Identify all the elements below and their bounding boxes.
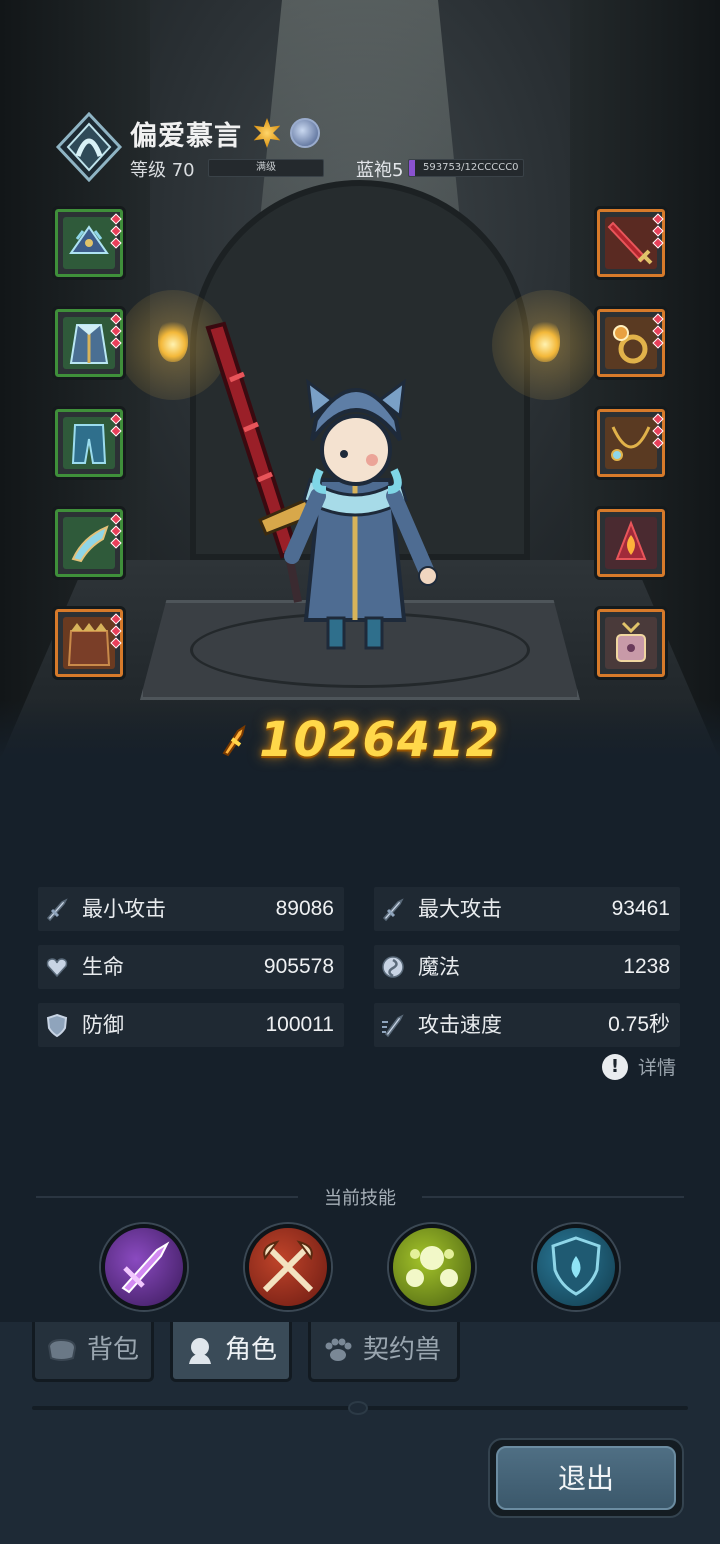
info-icon: !: [602, 1054, 628, 1080]
stat-min-attack: 最小攻击 89086: [38, 887, 344, 931]
stat-defense: 防御 100011: [38, 1003, 344, 1047]
stat-label: 攻击速度: [418, 1013, 502, 1037]
class-emblem-icon[interactable]: [54, 112, 124, 182]
bag-icon: [47, 1338, 77, 1361]
helmet-icon: [63, 217, 115, 269]
combat-power-value: 1026412: [259, 712, 500, 768]
equip-slot-relic[interactable]: [594, 606, 668, 680]
combat-power: 1026412: [0, 712, 720, 768]
moon-badge-icon[interactable]: [290, 118, 320, 148]
equip-slot-ring[interactable]: [594, 306, 668, 380]
level-label: 等级 70: [130, 160, 195, 181]
details-label: 详情: [638, 1057, 677, 1079]
torch-right-icon: [530, 318, 560, 362]
player-name: 偏爱慕言: [130, 121, 242, 152]
tab-character[interactable]: 角色: [170, 1322, 292, 1382]
stat-max-attack: 最大攻击 93461: [374, 887, 680, 931]
skill-slot-2[interactable]: [245, 1224, 331, 1310]
exit-button[interactable]: 退出: [488, 1438, 684, 1518]
equip-slot-cape[interactable]: [52, 606, 126, 680]
equip-slot-helmet[interactable]: [52, 206, 126, 280]
stat-value: 0.75秒: [608, 1013, 670, 1036]
level-bar: 满级: [208, 159, 324, 177]
tab-pets[interactable]: 契约兽: [308, 1322, 460, 1382]
sword-attack-icon: [382, 898, 404, 922]
skills-title: 当前技能: [324, 1188, 396, 1209]
ring-icon: [605, 317, 657, 369]
stat-value: 93461: [611, 897, 670, 920]
equip-slot-necklace[interactable]: [594, 406, 668, 480]
skill-slot-1[interactable]: [101, 1224, 187, 1310]
stat-attack-speed: 攻击速度 0.75秒: [374, 1003, 680, 1047]
stat-value: 1238: [623, 955, 670, 978]
stat-label: 最大攻击: [418, 897, 502, 921]
shield-icon: [46, 1013, 68, 1038]
skill-slot-4[interactable]: [533, 1224, 619, 1310]
purple-strike-skill-icon: [121, 1241, 170, 1294]
character-icon: [189, 1338, 211, 1364]
tab-bag[interactable]: 背包: [32, 1322, 154, 1382]
tab-label: 背包: [87, 1335, 140, 1365]
green-orbs-skill-icon: [406, 1246, 458, 1287]
stat-label: 魔法: [418, 955, 460, 979]
pants-icon: [63, 417, 115, 469]
rank-progress-bar: 593753/12CCCCC0: [408, 159, 524, 177]
equip-slot-boots[interactable]: [52, 506, 126, 580]
stat-value: 100011: [265, 1013, 334, 1036]
power-sword-icon: [222, 724, 246, 757]
exit-button-label: 退出: [496, 1446, 676, 1510]
stat-label: 最小攻击: [82, 897, 166, 921]
relic-box-icon: [605, 617, 657, 669]
character-figure: [205, 321, 438, 650]
skill-slot-3[interactable]: [389, 1224, 475, 1310]
boots-icon: [63, 517, 115, 569]
stat-label: 防御: [82, 1013, 124, 1037]
cape-icon: [63, 617, 115, 669]
heart-icon: [46, 958, 68, 978]
divider-ornament-icon: [348, 1401, 368, 1415]
flame-gem-icon: [605, 517, 657, 569]
stat-magic: 魔法 1238: [374, 945, 680, 989]
speed-icon: [382, 1014, 404, 1038]
stat-value: 89086: [275, 897, 334, 920]
stat-value: 905578: [263, 955, 334, 978]
equip-slot-gem[interactable]: [594, 506, 668, 580]
paw-icon: [325, 1338, 352, 1361]
torch-left-icon: [158, 318, 188, 362]
stat-label: 生命: [82, 955, 124, 979]
water-shield-skill-icon: [551, 1236, 601, 1296]
rank-progress-text: 593753/12CCCCC0: [423, 162, 519, 173]
stat-health: 生命 905578: [38, 945, 344, 989]
equip-slot-pants[interactable]: [52, 406, 126, 480]
equip-slot-weapon[interactable]: [594, 206, 668, 280]
tab-label: 角色: [225, 1335, 278, 1365]
necklace-icon: [605, 417, 657, 469]
sword-attack-icon: [46, 898, 68, 922]
robe-icon: [63, 317, 115, 369]
equip-slot-robe[interactable]: [52, 306, 126, 380]
sword-icon: [605, 217, 657, 269]
rank-progress-fill: [409, 160, 415, 176]
magic-swirl-icon: [382, 956, 404, 978]
crossed-axes-skill-icon: [262, 1240, 314, 1293]
rank-label: 蓝袍5: [356, 160, 404, 181]
tab-label: 契约兽: [363, 1335, 442, 1365]
